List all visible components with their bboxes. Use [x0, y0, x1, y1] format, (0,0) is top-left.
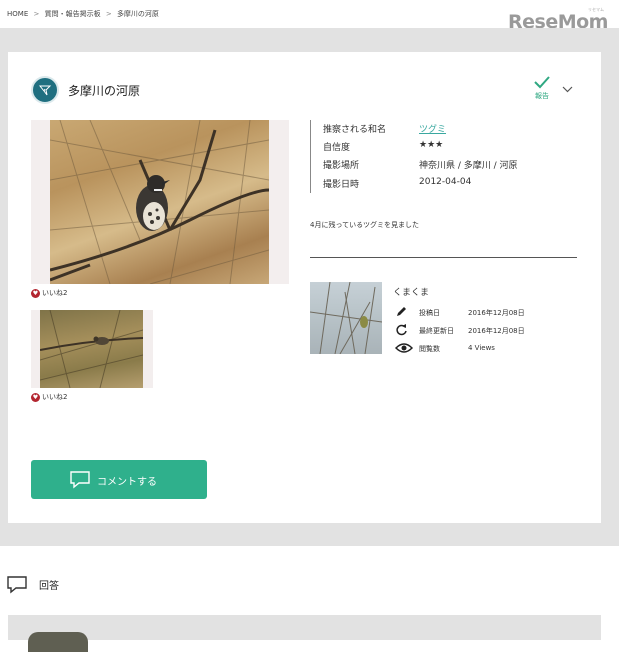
meta-value-views: 4 Views [468, 344, 495, 352]
main-photo-like[interactable]: ♥ いいね2 [31, 288, 67, 298]
breadcrumb-current: 多摩川の河原 [116, 10, 159, 18]
report-button[interactable]: 報告 [531, 74, 553, 102]
meta-label-updated: 最終更新日 [419, 327, 454, 335]
observation-info: 推察される和名 ツグミ 自信度 ★★★ 撮影場所 神奈川県 / 多摩川 / 河原… [310, 120, 580, 193]
eye-icon [395, 343, 413, 353]
bird-icon [38, 85, 52, 96]
info-value-location: 神奈川県 / 多摩川 / 河原 [419, 161, 518, 171]
chevron-down-icon[interactable] [562, 86, 573, 93]
report-label: 報告 [535, 92, 549, 100]
info-value-species[interactable]: ツグミ [419, 122, 446, 135]
site-logo-subtitle: リセマム [588, 7, 604, 12]
main-photo[interactable] [31, 120, 289, 284]
post-comment: 4月に残っているツグミを見ました [310, 221, 419, 229]
comment-button-label: コメントする [97, 477, 157, 488]
user-avatar[interactable] [31, 76, 59, 104]
checkmark-icon [534, 76, 550, 89]
divider [310, 257, 577, 258]
answer-avatar[interactable] [28, 632, 88, 652]
info-value-confidence: ★★★ [419, 140, 444, 150]
breadcrumb-separator: > [105, 10, 112, 18]
refresh-icon [396, 324, 407, 336]
breadcrumb-separator: > [33, 10, 40, 18]
info-label-date: 撮影日時 [323, 180, 360, 190]
answer-card [8, 615, 601, 640]
like-count: いいね2 [42, 289, 68, 297]
info-label-confidence: 自信度 [323, 143, 351, 153]
heart-icon: ♥ [31, 288, 40, 298]
bird-thumbnail [40, 310, 143, 388]
like-count: いいね2 [42, 393, 68, 401]
meta-value-posted: 2016年12月08日 [468, 309, 525, 317]
meta-label-views: 閲覧数 [419, 345, 440, 353]
breadcrumb-home[interactable]: HOME [7, 10, 28, 18]
speech-bubble-icon [7, 576, 27, 594]
breadcrumb: HOME > 質問・報告掲示板 > 多摩川の河原 [7, 9, 162, 19]
info-value-date: 2012-04-04 [419, 177, 472, 187]
meta-value-updated: 2016年12月08日 [468, 327, 525, 335]
meta-label-posted: 投稿日 [419, 309, 440, 317]
info-label-location: 撮影場所 [323, 161, 360, 171]
user-photo-thumbnail[interactable] [310, 282, 382, 354]
user-name[interactable]: くまくま [393, 285, 429, 298]
speech-bubble-icon [70, 471, 90, 489]
post-title: 多摩川の河原 [68, 84, 141, 98]
info-label-species: 推察される和名 [323, 125, 387, 135]
comment-button[interactable]: コメントする [31, 460, 207, 499]
top-bar: HOME > 質問・報告掲示板 > 多摩川の河原 ReseMom リセマム [0, 0, 619, 33]
thumbnail-like[interactable]: ♥ いいね2 [31, 392, 67, 402]
breadcrumb-board[interactable]: 質問・報告掲示板 [45, 10, 101, 18]
pencil-icon [397, 307, 406, 316]
heart-icon: ♥ [31, 392, 40, 402]
answers-heading: 回答 [39, 581, 59, 592]
bird-photo [50, 120, 269, 284]
thumbnail-photo[interactable] [31, 310, 153, 388]
